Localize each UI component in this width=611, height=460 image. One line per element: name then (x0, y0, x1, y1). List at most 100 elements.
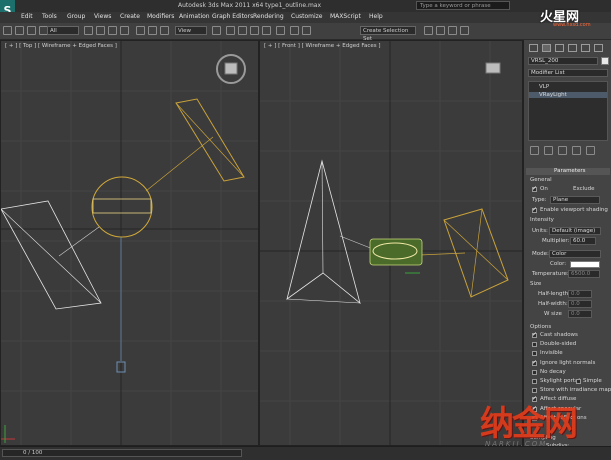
material-editor-icon[interactable] (424, 26, 433, 35)
menu-help[interactable]: Help (369, 13, 383, 20)
modifier-stack[interactable]: VLP VRayLight (528, 81, 608, 141)
menu-rendering[interactable]: Rendering (253, 13, 284, 20)
w-size-spinner[interactable]: 0.0 (568, 310, 592, 318)
window-title: Autodesk 3ds Max 2011 x64 type1_outline.… (178, 2, 322, 9)
option-checkbox[interactable] (532, 342, 537, 348)
parameters-rollout-header[interactable]: Parameters (526, 168, 610, 175)
sphere-object[interactable] (91, 176, 153, 238)
motion-tab-icon[interactable] (568, 44, 577, 52)
watermark-url-bottom: NARKII.COM (485, 440, 548, 448)
rotate-icon[interactable] (148, 26, 157, 35)
temperature-label: Temperature: (532, 271, 569, 277)
select-icon[interactable] (84, 26, 93, 35)
stack-item-vlp[interactable]: VLP (539, 84, 549, 90)
light-plane-selected-diagonal (175, 102, 245, 178)
viewport-front-label[interactable]: [ + ] [ Front ] [ Wireframe + Edged Face… (264, 43, 381, 49)
type-label: Type: (532, 197, 547, 203)
option-checkbox[interactable] (532, 388, 537, 394)
option-checkbox[interactable] (532, 359, 537, 366)
type-dropdown[interactable]: Plane (550, 196, 600, 204)
light-plane-left[interactable] (1, 200, 102, 310)
configure-sets-icon[interactable] (586, 146, 595, 155)
menu-maxscript[interactable]: MAXScript (330, 13, 361, 20)
simple-checkbox[interactable] (576, 379, 581, 384)
mirror-icon[interactable] (290, 26, 299, 35)
reference-coord-dropdown[interactable]: View (175, 26, 207, 35)
menu-tools[interactable]: Tools (42, 13, 57, 20)
light-plane-white-edge (321, 160, 324, 274)
spinner-snap-icon[interactable] (262, 26, 271, 35)
edit-named-selections-icon[interactable] (276, 26, 285, 35)
viewcube-icon[interactable] (485, 62, 501, 74)
make-unique-icon[interactable] (558, 146, 567, 155)
option-label: Skylight portal (540, 378, 580, 384)
render-production-icon[interactable] (460, 26, 469, 35)
units-dropdown[interactable]: Default (image) (549, 227, 601, 235)
snap-toggle-icon[interactable] (226, 26, 235, 35)
modifier-list-dropdown[interactable]: Modifier List (528, 69, 608, 77)
mode-dropdown[interactable]: Color (549, 250, 601, 258)
menu-group[interactable]: Group (67, 13, 85, 20)
half-length-spinner[interactable]: 0.0 (568, 290, 592, 298)
menu-customize[interactable]: Customize (291, 13, 323, 20)
redo-icon[interactable] (15, 26, 24, 35)
menu-views[interactable]: Views (94, 13, 111, 20)
select-by-name-icon[interactable] (96, 26, 105, 35)
rectangle-selection-icon[interactable] (108, 26, 117, 35)
stack-item-vraylight[interactable]: VRayLight (529, 92, 607, 98)
link-icon[interactable] (27, 26, 36, 35)
percent-snap-icon[interactable] (250, 26, 259, 35)
viewcube-icon[interactable] (224, 62, 238, 75)
light-plane-white[interactable] (286, 159, 361, 305)
named-selection-dropdown[interactable]: Create Selection Set (360, 26, 416, 42)
rendered-frame-window-icon[interactable] (448, 26, 457, 35)
object-name-field[interactable]: VRSL_200 (528, 57, 598, 65)
light-plane-selected[interactable] (443, 208, 509, 298)
option-checkbox[interactable] (532, 331, 537, 338)
pin-stack-icon[interactable] (530, 146, 539, 155)
time-slider[interactable]: 0 / 100 (2, 449, 242, 457)
option-checkbox[interactable] (532, 351, 537, 357)
half-width-spinner[interactable]: 0.0 (568, 300, 592, 308)
search-input[interactable]: Type a keyword or phrase (416, 1, 510, 10)
menu-create[interactable]: Create (120, 13, 140, 20)
color-swatch[interactable] (570, 261, 600, 268)
undo-icon[interactable] (3, 26, 12, 35)
scale-icon[interactable] (160, 26, 169, 35)
option-label: Invisible (540, 350, 563, 357)
remove-modifier-icon[interactable] (572, 146, 581, 155)
modify-tab-icon[interactable] (542, 44, 551, 52)
selection-filter-dropdown[interactable]: All (47, 26, 79, 35)
pivot-center-icon[interactable] (212, 26, 221, 35)
align-icon[interactable] (302, 26, 311, 35)
create-tab-icon[interactable] (529, 44, 538, 52)
menu-animation[interactable]: Animation (179, 13, 210, 20)
color-label: Color: (550, 261, 567, 267)
move-icon[interactable] (136, 26, 145, 35)
multiplier-spinner[interactable]: 60.0 (570, 237, 596, 245)
menu-edit[interactable]: Edit (21, 13, 33, 20)
exclude-button[interactable]: Exclude (573, 186, 595, 192)
utilities-tab-icon[interactable] (594, 44, 603, 52)
viewport-front-canvas (260, 41, 522, 445)
light-direction-selected (419, 252, 466, 256)
render-setup-icon[interactable] (436, 26, 445, 35)
parameters-title: Parameters (554, 168, 586, 174)
hierarchy-tab-icon[interactable] (555, 44, 564, 52)
enable-viewport-shading-checkbox[interactable] (532, 206, 537, 213)
temperature-spinner[interactable]: 6500.0 (568, 270, 600, 278)
text-object-outline[interactable] (92, 198, 152, 214)
display-tab-icon[interactable] (581, 44, 590, 52)
viewport-top[interactable]: [ + ] [ Top ] [ Wireframe + Edged Faces … (0, 40, 259, 446)
viewport-top-label[interactable]: [ + ] [ Top ] [ Wireframe + Edged Faces … (5, 43, 117, 49)
menu-modifiers[interactable]: Modifiers (147, 13, 174, 20)
object-color-swatch[interactable] (601, 57, 609, 65)
show-end-result-icon[interactable] (544, 146, 553, 155)
window-crossing-icon[interactable] (120, 26, 129, 35)
option-checkbox[interactable] (532, 379, 537, 384)
menu-graph-editors[interactable]: Graph Editors (212, 13, 253, 20)
viewport-front[interactable]: [ + ] [ Front ] [ Wireframe + Edged Face… (259, 40, 523, 446)
option-checkbox[interactable] (532, 369, 537, 375)
angle-snap-icon[interactable] (238, 26, 247, 35)
on-checkbox[interactable] (532, 185, 537, 192)
